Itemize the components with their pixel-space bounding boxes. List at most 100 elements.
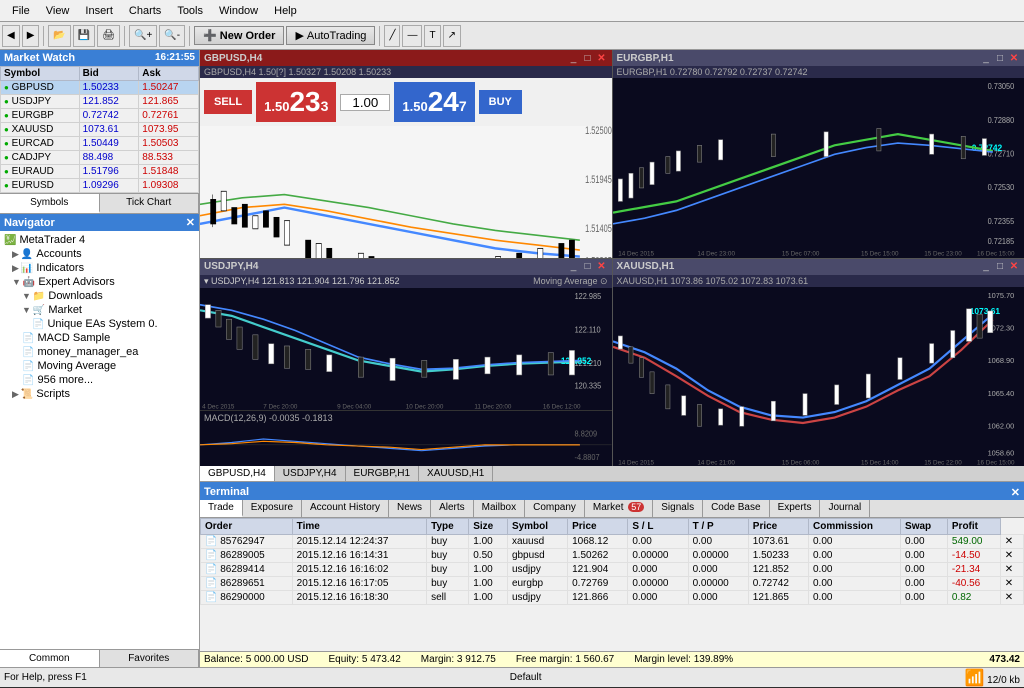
terminal-tab-market[interactable]: Market 57 [585, 500, 653, 517]
chart-usdjpy-maximize[interactable]: □ [582, 261, 594, 272]
nav-moving-avg[interactable]: 📄 Moving Average [2, 359, 197, 373]
terminal-tab-journal[interactable]: Journal [820, 500, 870, 517]
new-order-button[interactable]: ➕ New Order [194, 26, 284, 45]
menu-window[interactable]: Window [211, 3, 266, 19]
nav-tab-common[interactable]: Common [0, 650, 100, 667]
chart-usdjpy-body[interactable]: 122.985 122.110 121.210 120.335 121.852 [200, 288, 612, 467]
mw-row-eurcad[interactable]: ● EURCAD 1.50449 1.50503 [1, 137, 199, 151]
nav-money-manager[interactable]: 📄 money_manager_ea [2, 345, 197, 359]
order-close[interactable]: ✕ [1000, 535, 1023, 549]
autotrading-button[interactable]: ▶ AutoTrading [286, 26, 375, 45]
mw-row-gbpusd[interactable]: ● GBPUSD 1.50233 1.50247 [1, 81, 199, 95]
market-watch-rows: ● GBPUSD 1.50233 1.50247 ● USDJPY 121.85… [1, 81, 199, 193]
chart-xauusd-close[interactable]: ✕ [1008, 261, 1020, 272]
toolbar-arrow[interactable]: ↗ [443, 25, 461, 47]
nav-scripts[interactable]: ▶ 📜 Scripts [2, 387, 197, 401]
chart-gbpusd-close[interactable]: ✕ [596, 53, 608, 64]
nav-expert-advisors[interactable]: ▼ 🤖 Expert Advisors [2, 275, 197, 289]
chart-eurgbp-minimize[interactable]: _ [980, 53, 992, 64]
nav-ma-label: Moving Average [37, 360, 116, 372]
mw-row-cadjpy[interactable]: ● CADJPY 88.498 88.533 [1, 151, 199, 165]
terminal-tab-codebase[interactable]: Code Base [703, 500, 769, 517]
chart-gbpusd-minimize[interactable]: _ [568, 53, 580, 64]
terminal-tab-signals[interactable]: Signals [653, 500, 703, 517]
lot-input[interactable] [340, 94, 390, 111]
toolbar-forward[interactable]: ▶ [22, 25, 40, 47]
mw-tab-tickchart[interactable]: Tick Chart [100, 194, 200, 213]
chart-eurgbp-maximize[interactable]: □ [994, 53, 1006, 64]
order-close[interactable]: ✕ [1000, 591, 1023, 605]
table-row[interactable]: 📄 86289651 2015.12.16 16:17:05 buy 1.00 … [201, 577, 1024, 591]
navigator-body: 💹 MetaTrader 4 ▶ 👤 Accounts ▶ 📊 Indicato… [0, 231, 199, 649]
terminal-tab-trade[interactable]: Trade [200, 500, 243, 517]
menu-insert[interactable]: Insert [77, 3, 121, 19]
nav-more[interactable]: 📄 956 more... [2, 373, 197, 387]
menu-file[interactable]: File [4, 3, 38, 19]
chart-eurgbp-body[interactable]: 0.73050 0.72880 0.72710 0.72530 0.72355 … [613, 78, 1024, 258]
order-close[interactable]: ✕ [1000, 563, 1023, 577]
toolbar-back[interactable]: ◀ [2, 25, 20, 47]
table-row[interactable]: 📄 85762947 2015.12.14 12:24:37 buy 1.00 … [201, 535, 1024, 549]
terminal-tab-account-history[interactable]: Account History [302, 500, 389, 517]
toolbar-line[interactable]: ╱ [384, 25, 400, 47]
chart-xauusd-minimize[interactable]: _ [980, 261, 992, 272]
menu-charts[interactable]: Charts [121, 3, 169, 19]
toolbar-text[interactable]: T [424, 25, 440, 47]
charts-area: GBPUSD,H4 _ □ ✕ GBPUSD,H4 1.50[?] 1.5032… [200, 50, 1024, 667]
toolbar-open[interactable]: 📂 [48, 25, 70, 47]
order-close[interactable]: ✕ [1000, 577, 1023, 591]
nav-metatrader4[interactable]: 💹 MetaTrader 4 [2, 233, 197, 247]
chart-tab-eurgbp[interactable]: EURGBP,H1 [346, 466, 420, 481]
mw-row-eurusd[interactable]: ● EURUSD 1.09296 1.09308 [1, 179, 199, 193]
nav-market[interactable]: ▼ 🛒 Market [2, 303, 197, 317]
chart-tab-gbpusd[interactable]: GBPUSD,H4 [200, 466, 275, 481]
navigator-close-icon[interactable]: ✕ [186, 216, 195, 229]
mw-row-xauusd[interactable]: ● XAUUSD 1073.61 1073.95 [1, 123, 199, 137]
toolbar-zoom-out[interactable]: 🔍- [159, 25, 185, 47]
terminal-close[interactable]: ✕ [1011, 486, 1020, 499]
terminal-tab-mailbox[interactable]: Mailbox [474, 500, 525, 517]
nav-accounts[interactable]: ▶ 👤 Accounts [2, 247, 197, 261]
nav-unique-ea[interactable]: 📄 Unique EAs System 0. [2, 317, 197, 331]
chart-xauusd-maximize[interactable]: □ [994, 261, 1006, 272]
svg-text:1062.00: 1062.00 [987, 421, 1014, 430]
terminal-tab-exposure[interactable]: Exposure [243, 500, 302, 517]
chart-tab-usdjpy[interactable]: USDJPY,H4 [275, 466, 346, 481]
menu-tools[interactable]: Tools [169, 3, 211, 19]
toolbar-zoom-in[interactable]: 🔍+ [129, 25, 157, 47]
sell-button[interactable]: SELL [204, 90, 252, 114]
toolbar-sep-1 [43, 26, 44, 46]
toolbar-hline[interactable]: — [402, 25, 422, 47]
chart-eurgbp-close[interactable]: ✕ [1008, 53, 1020, 64]
menu-view[interactable]: View [38, 3, 78, 19]
chart-usdjpy-minimize[interactable]: _ [568, 261, 580, 272]
nav-macd-icon: 📄 [22, 333, 34, 344]
buy-price-pre: 1.50 [402, 99, 427, 114]
buy-button[interactable]: BUY [479, 90, 522, 114]
nav-indicators[interactable]: ▶ 📊 Indicators [2, 261, 197, 275]
chart-tab-xauusd[interactable]: XAUUSD,H1 [419, 466, 493, 481]
terminal-tab-news[interactable]: News [389, 500, 431, 517]
nav-macd[interactable]: 📄 MACD Sample [2, 331, 197, 345]
toolbar-print[interactable]: 🖨 [97, 25, 120, 47]
nav-downloads[interactable]: ▼ 📁 Downloads [2, 289, 197, 303]
nav-tab-favorites[interactable]: Favorites [100, 650, 200, 667]
mw-row-euraud[interactable]: ● EURAUD 1.51796 1.51848 [1, 165, 199, 179]
order-close[interactable]: ✕ [1000, 549, 1023, 563]
menu-help[interactable]: Help [266, 3, 305, 19]
mw-tab-symbols[interactable]: Symbols [0, 194, 100, 213]
terminal-tab-alerts[interactable]: Alerts [431, 500, 474, 517]
table-row[interactable]: 📄 86289005 2015.12.16 16:14:31 buy 0.50 … [201, 549, 1024, 563]
mw-dot-icon: ● [4, 111, 9, 120]
toolbar-save[interactable]: 💾 [73, 25, 95, 47]
terminal-tab-company[interactable]: Company [525, 500, 585, 517]
terminal-tab-experts[interactable]: Experts [770, 500, 821, 517]
mw-row-eurgbp[interactable]: ● EURGBP 0.72742 0.72761 [1, 109, 199, 123]
chart-usdjpy-close[interactable]: ✕ [596, 261, 608, 272]
chart-xauusd-body[interactable]: 1075.70 1072.30 1068.90 1065.40 1062.00 … [613, 287, 1024, 467]
table-row[interactable]: 📄 86289414 2015.12.16 16:16:02 buy 1.00 … [201, 563, 1024, 577]
chart-gbpusd-body[interactable]: SELL 1.50 233 1.50 247 [200, 78, 612, 258]
chart-gbpusd-maximize[interactable]: □ [582, 53, 594, 64]
table-row[interactable]: 📄 86290000 2015.12.16 16:18:30 sell 1.00… [201, 591, 1024, 605]
mw-row-usdjpy[interactable]: ● USDJPY 121.852 121.865 [1, 95, 199, 109]
